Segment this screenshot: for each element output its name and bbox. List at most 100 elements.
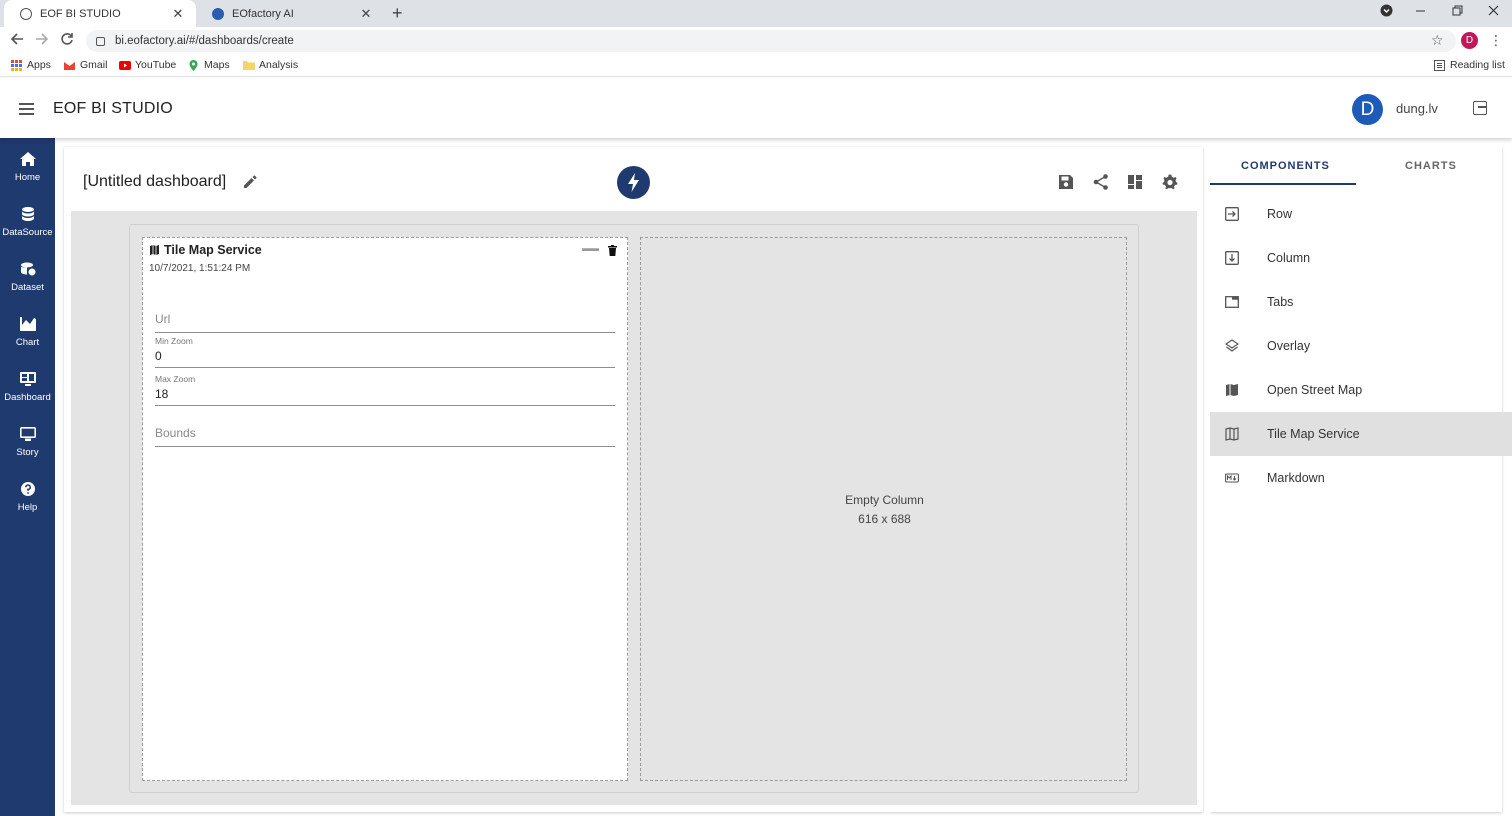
back-icon[interactable] bbox=[10, 32, 24, 50]
tab-search-icon[interactable] bbox=[1380, 4, 1393, 20]
component-row[interactable]: Row bbox=[1210, 192, 1512, 236]
component-label: Tabs bbox=[1267, 295, 1294, 309]
bookmark-star-icon[interactable]: ☆ bbox=[1431, 32, 1444, 49]
bounds-placeholder: Bounds bbox=[155, 426, 196, 440]
share-icon[interactable] bbox=[1092, 173, 1110, 191]
component-overlay[interactable]: Overlay bbox=[1210, 324, 1512, 368]
sidebar-item-chart[interactable]: Chart bbox=[0, 317, 55, 348]
logout-icon[interactable] bbox=[1473, 101, 1487, 115]
bounds-field[interactable]: Bounds bbox=[155, 426, 615, 447]
dashboard-title[interactable]: [Untitled dashboard] bbox=[83, 173, 226, 191]
dashboard-column-right[interactable]: Empty Column 616 x 688 bbox=[640, 237, 1127, 781]
close-tab-icon[interactable]: ✕ bbox=[170, 6, 186, 22]
reading-list-icon bbox=[1434, 59, 1445, 71]
browser-tab-title: EOfactory AI bbox=[232, 7, 294, 20]
component-tile-map-service[interactable]: Tile Map Service bbox=[1210, 412, 1512, 456]
reading-list[interactable]: Reading list bbox=[1434, 59, 1505, 71]
sidebar-item-datasource[interactable]: DataSource bbox=[0, 207, 55, 238]
min-zoom-value: 0 bbox=[155, 349, 162, 363]
sidebar-item-label: Home bbox=[14, 172, 41, 183]
bookmark-youtube[interactable]: YouTube bbox=[119, 59, 176, 71]
max-zoom-field[interactable]: Max Zoom 18 bbox=[155, 374, 615, 406]
browser-tab-eofactory-ai[interactable]: EOfactory AI ✕ bbox=[196, 0, 384, 27]
sidebar-item-story[interactable]: Story bbox=[0, 427, 55, 458]
component-markdown[interactable]: Markdown bbox=[1210, 456, 1512, 500]
edit-pencil-icon[interactable] bbox=[242, 174, 258, 190]
dashboard-row[interactable]: Tile Map Service 10/7/2021, 1:51:24 PM ▬… bbox=[129, 224, 1139, 793]
sidebar-item-home[interactable]: Home bbox=[0, 152, 55, 183]
widget-header: Tile Map Service bbox=[150, 243, 262, 257]
chart-icon bbox=[19, 317, 36, 331]
user-avatar[interactable]: D bbox=[1352, 94, 1383, 125]
sidebar-item-dashboard[interactable]: Dashboard bbox=[0, 372, 55, 403]
dashboard-column-left[interactable]: Tile Map Service 10/7/2021, 1:51:24 PM ▬… bbox=[142, 237, 628, 781]
left-sidebar: Home DataSource Dataset Chart Dashboard … bbox=[0, 138, 55, 816]
forward-icon[interactable] bbox=[35, 32, 49, 50]
component-column[interactable]: Column bbox=[1210, 236, 1512, 280]
hamburger-menu-icon[interactable] bbox=[19, 103, 34, 118]
restore-icon[interactable] bbox=[1452, 4, 1463, 19]
sidebar-item-label: Help bbox=[17, 502, 38, 513]
tab-components[interactable]: COMPONENTS bbox=[1241, 160, 1330, 172]
browser-profile-avatar[interactable]: D bbox=[1461, 32, 1478, 49]
sidebar-item-label: Dataset bbox=[11, 282, 44, 293]
tabs-icon bbox=[1225, 296, 1239, 308]
lightning-icon bbox=[628, 173, 639, 192]
tab-charts[interactable]: CHARTS bbox=[1405, 160, 1457, 172]
bookmarks-bar: Apps Gmail YouTube Maps Analysis Reading… bbox=[0, 55, 1512, 77]
component-label: Column bbox=[1267, 251, 1311, 265]
sidebar-item-help[interactable]: Help bbox=[0, 482, 55, 513]
max-zoom-label: Max Zoom bbox=[155, 374, 196, 384]
browser-tab-eof-bi-studio[interactable]: EOF BI STUDIO ✕ bbox=[4, 0, 196, 27]
bookmark-label: Maps bbox=[204, 59, 230, 71]
app-title: EOF BI STUDIO bbox=[53, 100, 173, 117]
save-icon[interactable] bbox=[1057, 173, 1075, 191]
bookmark-apps[interactable]: Apps bbox=[11, 59, 51, 71]
reading-list-label: Reading list bbox=[1450, 59, 1505, 71]
component-label: Open Street Map bbox=[1267, 383, 1363, 397]
sidebar-item-label: Dashboard bbox=[4, 392, 51, 403]
browser-menu-icon[interactable]: ⋮ bbox=[1489, 32, 1503, 49]
minimize-icon[interactable] bbox=[1415, 4, 1426, 19]
map-filled-icon bbox=[1226, 384, 1238, 396]
new-tab-button[interactable]: + bbox=[392, 3, 403, 24]
dashboard-icon bbox=[19, 372, 36, 386]
active-tab-indicator bbox=[1210, 183, 1356, 185]
sidebar-item-label: Story bbox=[16, 447, 39, 458]
bookmark-maps[interactable]: Maps bbox=[188, 59, 230, 71]
url-field[interactable]: Url bbox=[155, 312, 615, 333]
dashboard-canvas: Tile Map Service 10/7/2021, 1:51:24 PM ▬… bbox=[71, 211, 1197, 805]
drag-handle-icon[interactable]: ▬▬ bbox=[582, 243, 599, 253]
quick-action-button[interactable] bbox=[617, 166, 650, 199]
username[interactable]: dung.lv bbox=[1396, 101, 1438, 116]
close-tab-icon[interactable]: ✕ bbox=[358, 6, 374, 22]
widget-timestamp: 10/7/2021, 1:51:24 PM bbox=[149, 263, 251, 274]
component-open-street-map[interactable]: Open Street Map bbox=[1210, 368, 1512, 412]
map-icon bbox=[150, 245, 159, 255]
components-panel-wrapper: COMPONENTS CHARTS Row Column Tabs Overla… bbox=[1210, 147, 1512, 816]
bookmark-gmail[interactable]: Gmail bbox=[64, 59, 107, 71]
youtube-icon bbox=[119, 60, 131, 71]
map-outline-icon bbox=[1225, 427, 1239, 441]
min-zoom-field[interactable]: Min Zoom 0 bbox=[155, 336, 615, 368]
widget-title: Tile Map Service bbox=[164, 243, 262, 257]
url-placeholder: Url bbox=[155, 312, 171, 326]
app-header: EOF BI STUDIO D dung.lv bbox=[0, 78, 1512, 138]
sidebar-item-label: DataSource bbox=[2, 227, 53, 238]
bookmark-label: Gmail bbox=[80, 59, 108, 71]
url-field[interactable]: bi.eofactory.ai/#/dashboards/create bbox=[86, 30, 1456, 52]
close-window-icon[interactable] bbox=[1488, 4, 1499, 19]
apps-grid-icon bbox=[11, 59, 22, 71]
browser-tab-strip: EOF BI STUDIO ✕ EOfactory AI ✕ + bbox=[0, 0, 1512, 27]
dataset-icon bbox=[20, 262, 35, 276]
delete-trash-icon[interactable] bbox=[608, 245, 617, 256]
sidebar-item-dataset[interactable]: Dataset bbox=[0, 262, 55, 293]
layout-grid-icon[interactable] bbox=[1126, 173, 1144, 191]
bookmark-analysis[interactable]: Analysis bbox=[243, 59, 298, 71]
maps-pin-icon bbox=[188, 59, 199, 71]
settings-gear-icon[interactable] bbox=[1161, 173, 1179, 191]
url-text: bi.eofactory.ai/#/dashboards/create bbox=[115, 35, 294, 47]
component-tabs[interactable]: Tabs bbox=[1210, 280, 1512, 324]
reload-icon[interactable] bbox=[60, 32, 74, 50]
gmail-icon bbox=[64, 60, 75, 71]
